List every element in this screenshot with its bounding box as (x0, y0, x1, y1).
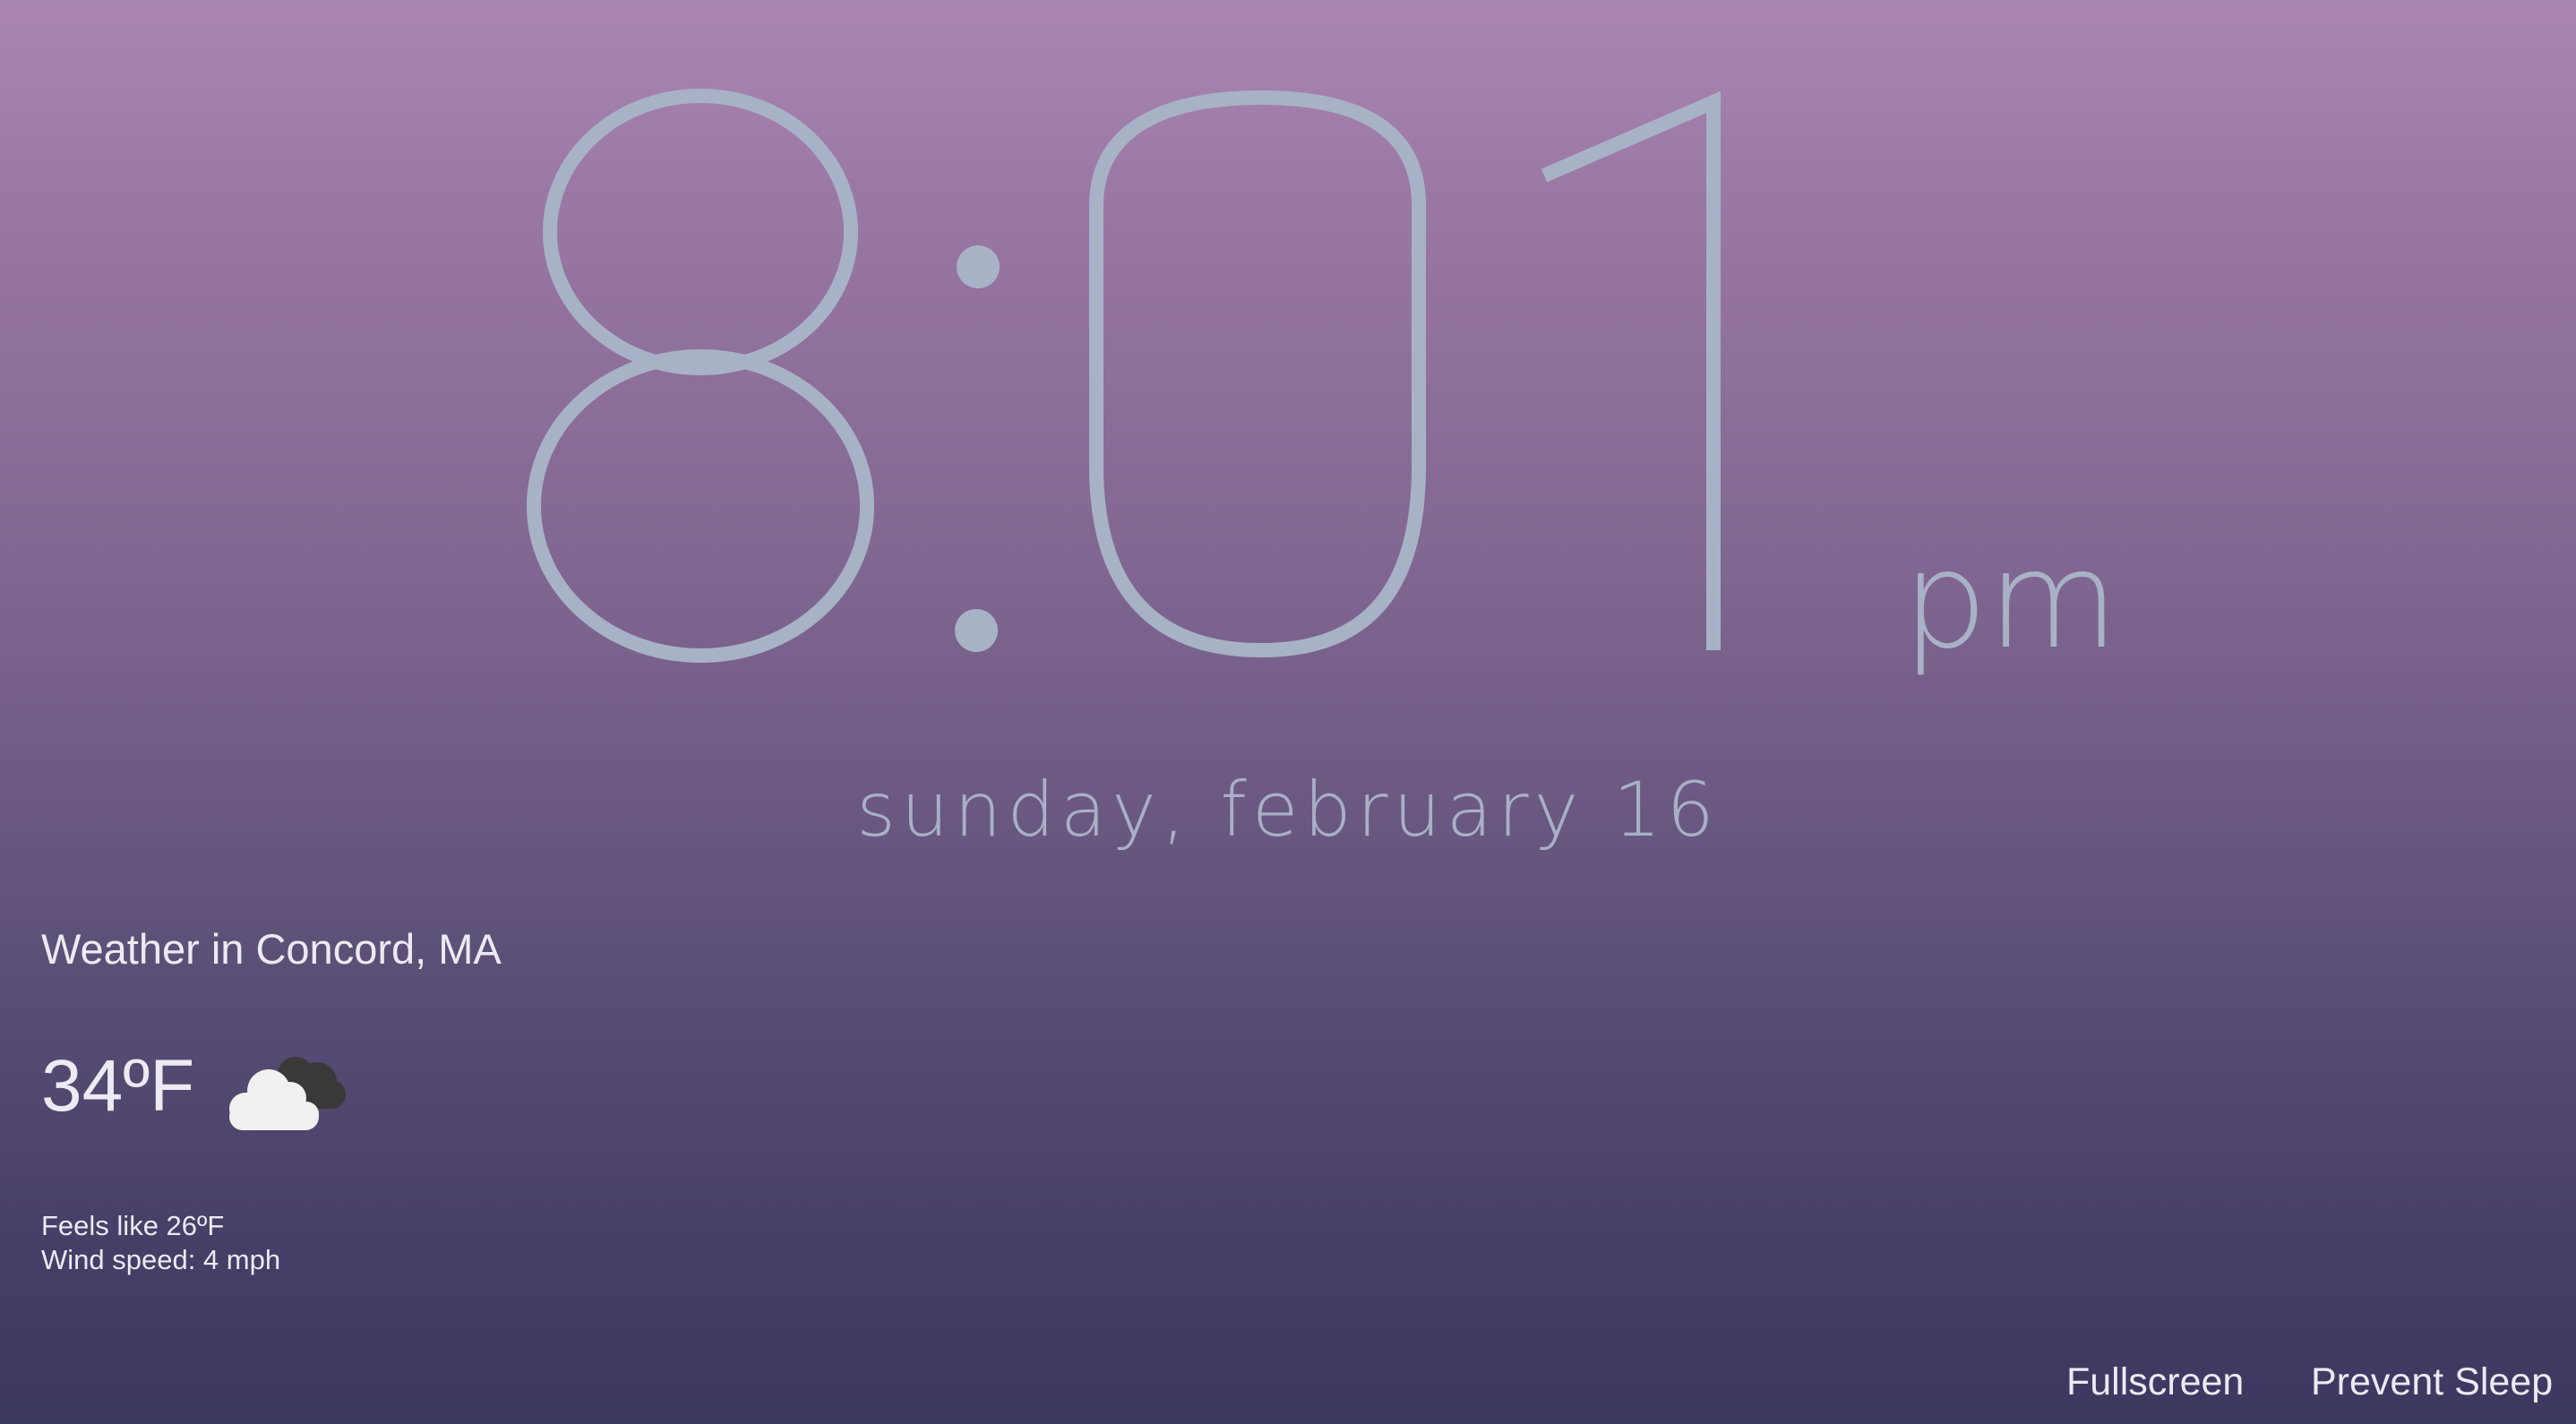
weather-location-title: Weather in Concord, MA (41, 925, 502, 973)
fullscreen-button[interactable]: Fullscreen (2066, 1363, 2244, 1402)
clock-minute-tens-digit (1089, 90, 1426, 658)
clock-minute-ones-digit (1541, 90, 1721, 650)
clock-time: pm (527, 89, 2118, 679)
weather-details: Feels like 26ºF Wind speed: 4 mph (41, 1209, 280, 1277)
clock-colon (955, 245, 1000, 652)
clock-display: pm 8 (0, 0, 2576, 699)
wind-speed-text: Wind speed: 4 mph (41, 1244, 281, 1275)
temperature-value: 34ºF (41, 1045, 195, 1127)
date-display: sunday, february 16 (856, 766, 1720, 854)
prevent-sleep-button[interactable]: Prevent Sleep (2311, 1363, 2553, 1402)
clock-meridiem: pm (1902, 523, 2118, 679)
clock-hour-digit (527, 89, 874, 663)
feels-like-text: Feels like 26ºF (41, 1210, 225, 1241)
cloud-icon (217, 1039, 351, 1137)
